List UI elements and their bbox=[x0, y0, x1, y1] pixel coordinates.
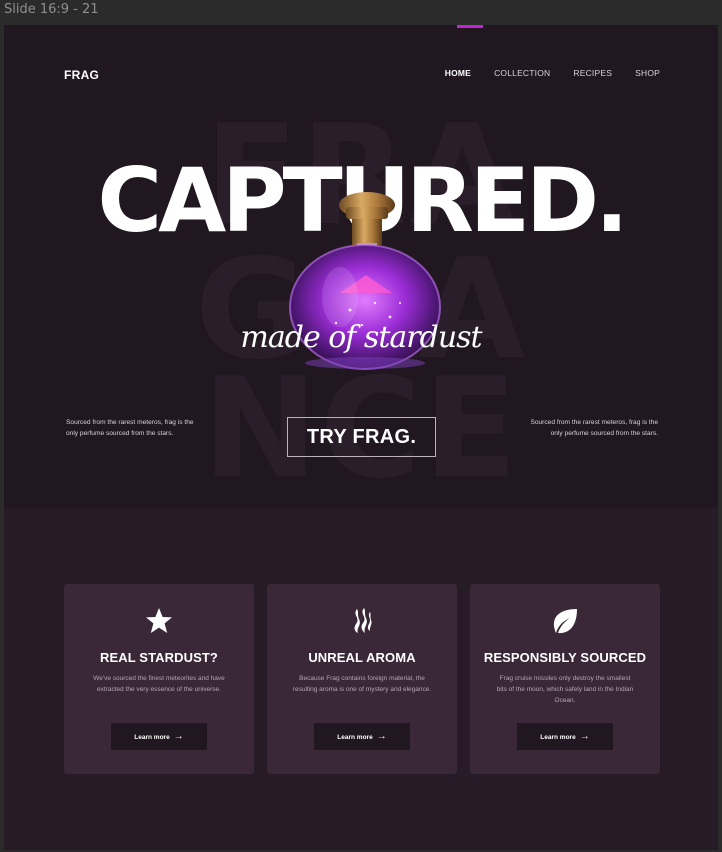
arrow-right-icon: → bbox=[579, 731, 590, 742]
learn-more-button[interactable]: Learn more → bbox=[517, 723, 613, 750]
learn-more-label: Learn more bbox=[134, 734, 170, 741]
star-icon bbox=[146, 608, 172, 633]
flame-icon bbox=[354, 608, 372, 633]
learn-more-button[interactable]: Learn more → bbox=[111, 723, 207, 750]
feature-card-sourced: RESPONSIBLY SOURCED Frag cruise missiles… bbox=[470, 584, 660, 774]
learn-more-label: Learn more bbox=[337, 734, 373, 741]
frame-title[interactable]: Slide 16:9 - 21 bbox=[4, 2, 99, 17]
feature-description: We've sourced the finest meteorites and … bbox=[93, 675, 225, 693]
feature-description: Frag cruise missiles only destroy the sm… bbox=[496, 675, 634, 704]
arrow-right-icon: → bbox=[376, 731, 387, 742]
arrow-right-icon: → bbox=[173, 731, 184, 742]
main-nav: HOME COLLECTION RECIPES SHOP bbox=[445, 68, 660, 78]
hero-tagline: made of stardust bbox=[240, 320, 482, 355]
nav-recipes[interactable]: RECIPES bbox=[573, 68, 612, 78]
nav-shop[interactable]: SHOP bbox=[635, 68, 660, 78]
hero-side-text-right: Sourced from the rarest meteros, frag is… bbox=[530, 419, 658, 437]
learn-more-button[interactable]: Learn more → bbox=[314, 723, 410, 750]
hero-side-text-left: Sourced from the rarest meteros, frag is… bbox=[66, 419, 194, 437]
brand-logo[interactable]: FRAG bbox=[64, 68, 99, 82]
leaf-icon bbox=[553, 609, 577, 634]
selection-indicator bbox=[457, 25, 483, 28]
nav-home[interactable]: HOME bbox=[445, 68, 471, 78]
hero-section: FRA GRA NCE FRAG HOME COLLECTION RECIPES… bbox=[4, 25, 718, 508]
nav-collection[interactable]: COLLECTION bbox=[494, 68, 550, 78]
canvas-titlebar: Slide 16:9 - 21 bbox=[0, 0, 722, 24]
feature-title: RESPONSIBLY SOURCED bbox=[483, 650, 647, 665]
feature-title: UNREAL AROMA bbox=[308, 650, 416, 665]
slide-frame: FRA GRA NCE FRAG HOME COLLECTION RECIPES… bbox=[4, 25, 718, 850]
feature-title: REAL STARDUST? bbox=[100, 650, 218, 665]
try-frag-button[interactable]: TRY FRAG. bbox=[287, 417, 436, 457]
feature-card-stardust: REAL STARDUST? We've sourced the finest … bbox=[64, 584, 254, 774]
features-section: REAL STARDUST? We've sourced the finest … bbox=[4, 508, 718, 850]
feature-card-aroma: UNREAL AROMA Because Frag contains forei… bbox=[267, 584, 457, 774]
learn-more-label: Learn more bbox=[540, 734, 576, 741]
feature-description: Because Frag contains foreign material, … bbox=[292, 675, 432, 693]
